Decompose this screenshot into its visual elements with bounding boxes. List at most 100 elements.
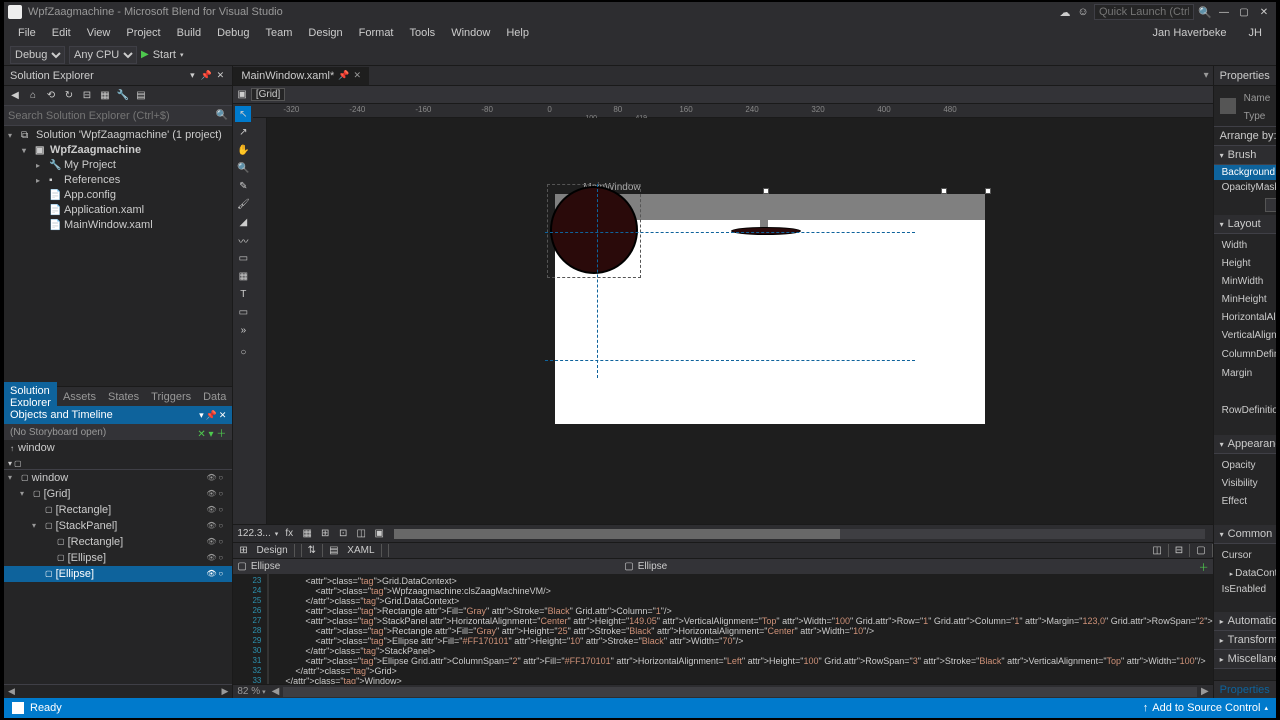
lock-icon[interactable]: ○ [218,551,228,565]
window-preview[interactable]: MainWindow [555,194,985,424]
gradient-tool-icon[interactable]: ◢ [235,214,251,230]
menu-edit[interactable]: Edit [44,24,79,42]
up-icon[interactable]: ↑ [10,444,14,453]
menu-format[interactable]: Format [351,24,402,42]
play-icon[interactable]: ▶ [141,49,149,60]
text-tool-icon[interactable]: T [235,286,251,302]
zoom-level[interactable]: 82 % [237,686,260,697]
object-tree-item[interactable]: ▾▢[StackPanel]👁○ [4,518,232,534]
quick-launch-input[interactable] [1094,4,1194,20]
horizontal-scrollbar[interactable] [283,687,1197,697]
close-button[interactable]: ✕ [1256,4,1272,20]
object-tree-item[interactable]: ▢[Rectangle]👁○ [4,534,232,550]
tree-item[interactable]: ▾▣WpfZaagmachine [4,143,232,158]
object-tree-item[interactable]: ▢[Ellipse]👁○ [4,566,232,582]
menu-debug[interactable]: Debug [209,24,257,42]
user-name[interactable]: Jan Haverbeke [1145,24,1235,42]
layout-tool-icon[interactable]: ▦ [235,268,251,284]
chevron-down-icon[interactable]: ▾ [275,530,279,538]
sol-properties-icon[interactable]: 🔧 [116,89,130,103]
tree-item[interactable]: 📄Application.xaml [4,203,232,218]
expand-common-icon[interactable]: ⌄ [1218,597,1276,610]
object-tree-item[interactable]: ▢[Rectangle]👁○ [4,502,232,518]
horizontal-scrollbar[interactable] [394,529,1204,539]
visibility-icon[interactable]: 👁 [206,471,216,485]
category-brush[interactable]: ▾Brush [1214,146,1276,165]
panel-pin-icon[interactable]: 📌 [200,70,212,82]
panel-pin-icon[interactable]: 📌 [206,410,217,421]
preview-stackpanel-ellipse[interactable] [731,227,801,235]
object-tree-item[interactable]: ▾▢[Grid]👁○ [4,486,232,502]
collapse-icon[interactable]: ▢ [1190,544,1212,557]
tree-item[interactable]: 📄App.config [4,188,232,203]
hscroll-left-icon[interactable]: ◀ [272,686,280,697]
user-badge[interactable]: JH [1241,24,1270,42]
lock-icon[interactable]: ○ [218,503,228,517]
direct-select-tool-icon[interactable]: ↗ [235,124,251,140]
tree-item[interactable]: 📄MainWindow.xaml [4,218,232,233]
snap2-icon[interactable]: ⊡ [336,527,350,541]
menu-window[interactable]: Window [443,24,498,42]
code-content[interactable]: <attr">class="tag">Grid.DataContext> <at… [269,574,1212,684]
menu-help[interactable]: Help [498,24,537,42]
start-button[interactable]: Start [153,49,176,61]
xaml-bc-right[interactable]: Ellipse [634,561,671,572]
tree-item[interactable]: ▾⧉Solution 'WpfZaagmachine' (1 project) [4,128,232,143]
search-icon[interactable]: 🔍 [216,110,228,121]
pointer-tool-icon[interactable]: ↖ [235,106,251,122]
snap3-icon[interactable]: ◫ [354,527,368,541]
platform-select[interactable]: Any CPU [69,46,137,64]
fx-icon[interactable]: fx [282,527,296,541]
object-tree-item[interactable]: ▾▢window👁○ [4,470,232,486]
sol-collapse-icon[interactable]: ⊟ [80,89,94,103]
pan-tool-icon[interactable]: ✋ [235,142,251,158]
canvas[interactable]: MainWindow [267,118,1212,524]
sol-showall-icon[interactable]: ▦ [98,89,112,103]
arrange-by[interactable]: Arrange by: Category ▾ [1214,127,1276,146]
menu-project[interactable]: Project [118,24,168,42]
resize-handle[interactable] [763,188,769,194]
rect-tool-icon[interactable]: ▭ [235,250,251,266]
add-source-control[interactable]: Add to Source Control [1152,702,1260,714]
tab-states[interactable]: States [102,388,145,406]
minimize-button[interactable]: — [1216,4,1232,20]
menu-view[interactable]: View [79,24,119,42]
menu-file[interactable]: File [10,24,44,42]
snap4-icon[interactable]: ▣ [372,527,386,541]
visibility-icon[interactable]: 👁 [206,535,216,549]
menu-team[interactable]: Team [258,24,301,42]
tab-data[interactable]: Data [197,388,232,406]
lock-icon[interactable]: ○ [218,487,228,501]
sol-back-icon[interactable]: ◀ [8,89,22,103]
category-misc[interactable]: ▸Miscellaneous [1214,650,1276,669]
panel-close-icon[interactable]: ✕ [219,410,227,421]
tab-close-icon[interactable]: ✕ [354,70,362,81]
source-control-icon[interactable]: ↑ [1143,702,1149,714]
lock-icon[interactable]: ○ [218,567,228,581]
category-common[interactable]: ▾Common [1214,525,1276,544]
visibility-icon[interactable]: 👁 [206,567,216,581]
split-h-icon[interactable]: ◫ [1146,544,1168,557]
tab-assets[interactable]: Assets [57,388,102,406]
panel-close-icon[interactable]: ✕ [214,70,226,82]
start-dropdown-icon[interactable]: ▾ [180,51,184,59]
prop-opacitymask[interactable]: OpacityMask No brush □ [1214,180,1276,195]
preview-main-ellipse[interactable] [550,186,638,274]
feedback-icon[interactable]: ☺ [1076,5,1090,19]
sol-refresh-icon[interactable]: ↻ [62,89,76,103]
notifications-icon[interactable]: ☁ [1058,5,1072,19]
split-v-icon[interactable]: ⊟ [1169,544,1190,557]
tab-properties[interactable]: Properties [1214,682,1276,698]
timeline-window-label[interactable]: window [18,442,55,454]
chevron-right-icon[interactable]: ▶ [221,686,228,697]
resize-handle[interactable] [941,188,947,194]
storyboard-add-icon[interactable]: ✕ ▾ ＋ [197,425,226,440]
breadcrumb-item[interactable]: [Grid] [251,88,285,101]
prop-background[interactable]: Background No brush ■ [1214,165,1276,180]
eyedropper-tool-icon[interactable]: ✎ [235,178,251,194]
visibility-icon[interactable]: 👁 [206,551,216,565]
tab-triggers[interactable]: Triggers [145,388,197,406]
lock-icon[interactable]: ○ [218,471,228,485]
tab-design[interactable]: ⊞ Design [233,544,301,557]
tree-item[interactable]: ▸▪References [4,173,232,188]
